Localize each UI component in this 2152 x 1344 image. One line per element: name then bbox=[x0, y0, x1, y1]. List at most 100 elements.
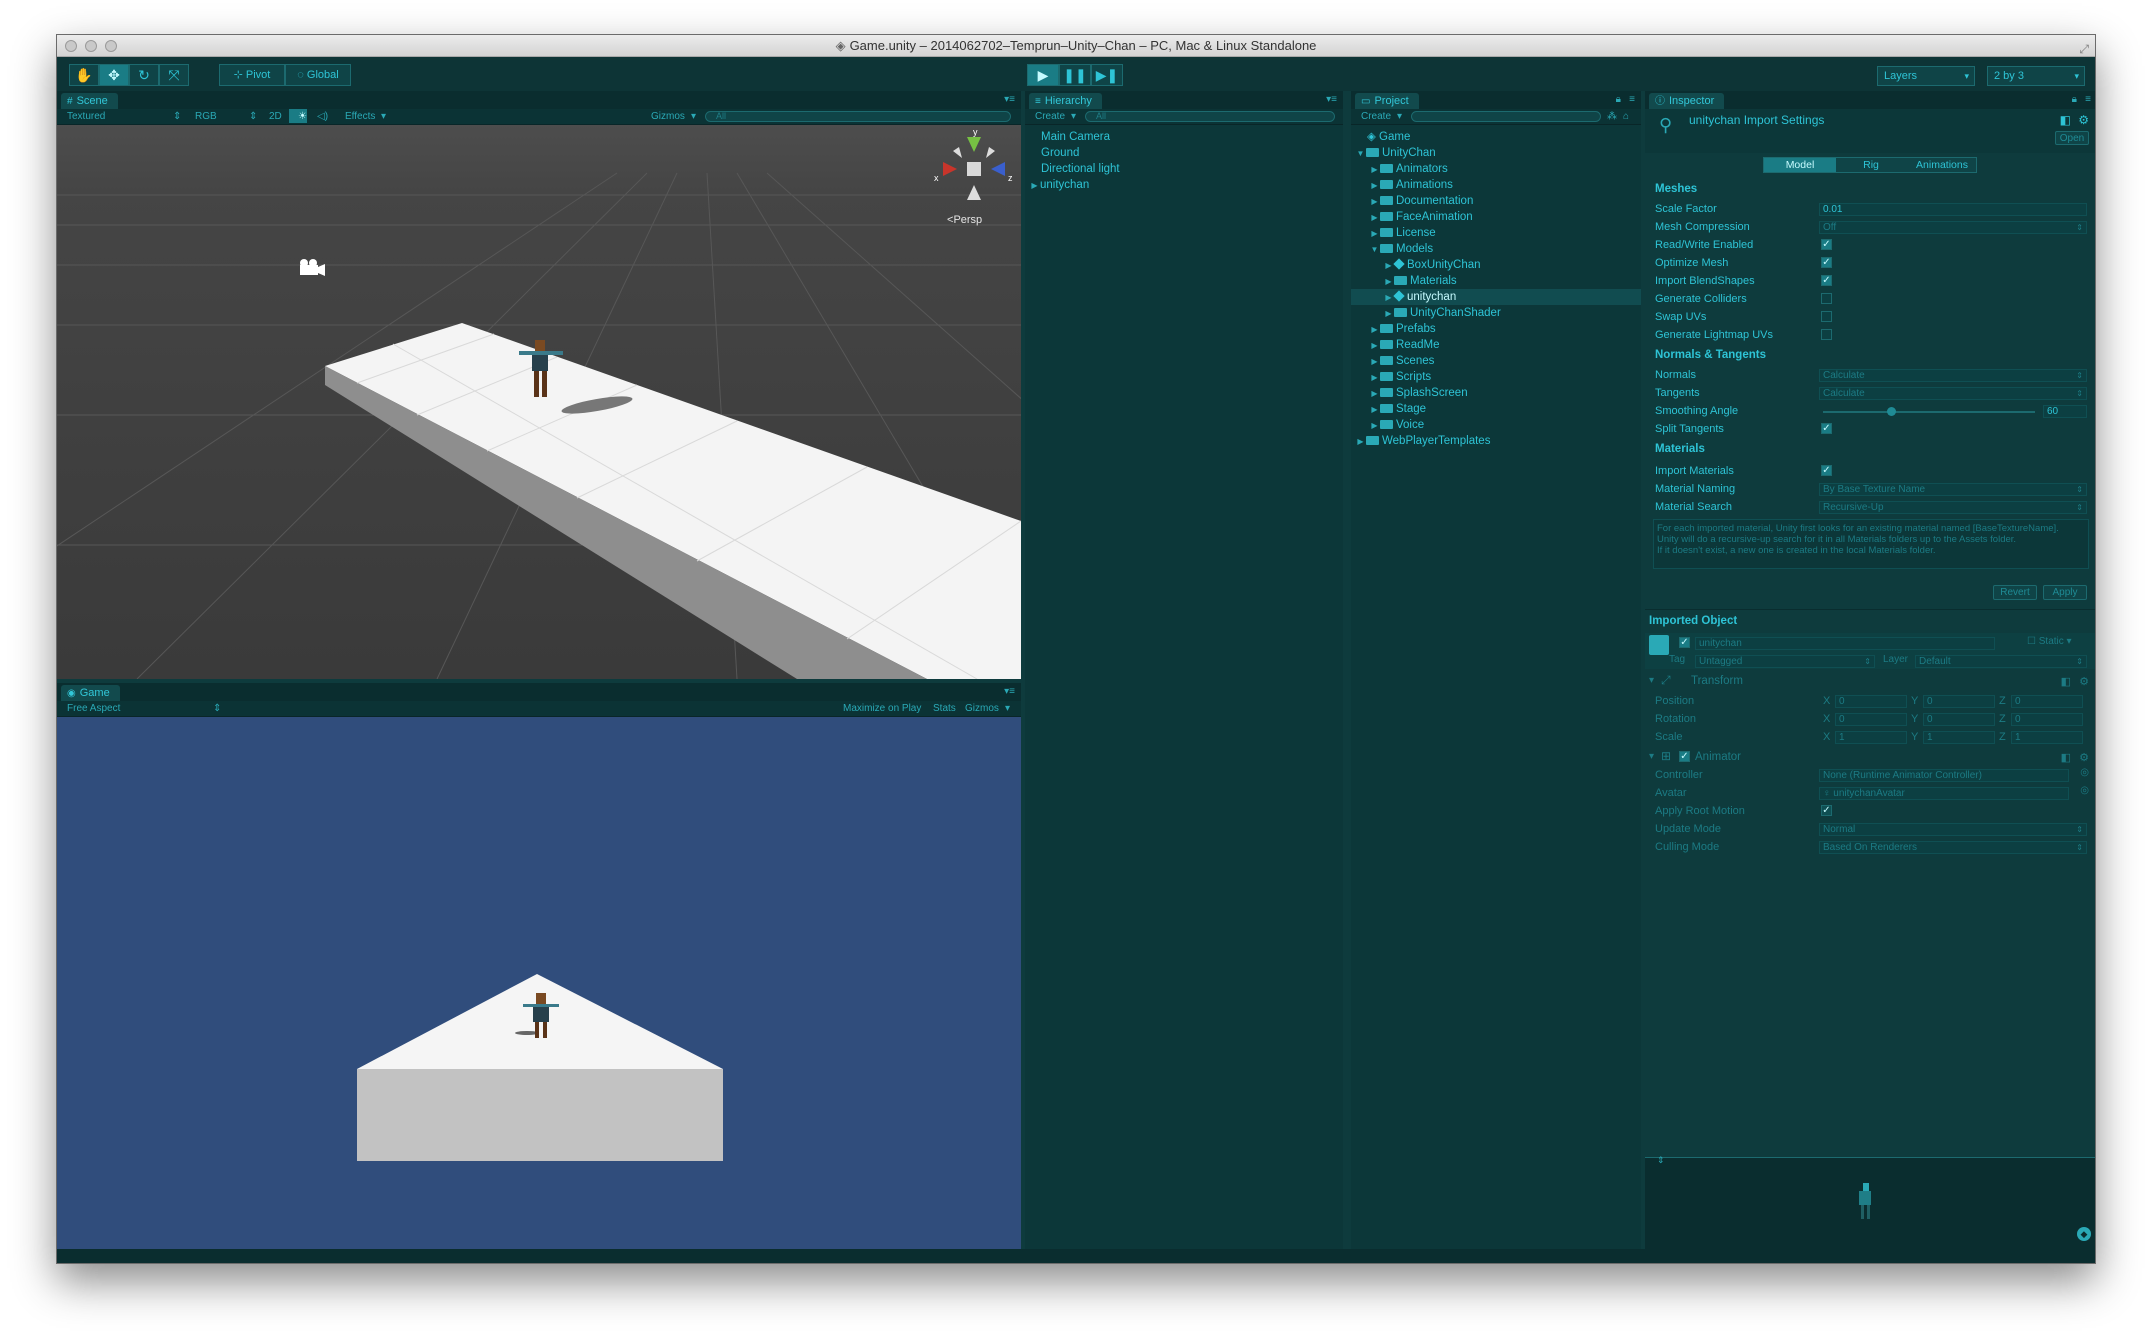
tangents-dropdown[interactable]: Calculate ⇕ bbox=[1819, 387, 2087, 400]
help-icon[interactable]: ◧ bbox=[2061, 751, 2071, 764]
hierarchy-item[interactable]: Ground bbox=[1025, 145, 1343, 161]
project-item[interactable]: ▶ Materials bbox=[1351, 273, 1641, 289]
project-item[interactable]: ▶ Prefabs bbox=[1351, 321, 1641, 337]
collapse-arrow-icon[interactable]: ▼ bbox=[1355, 146, 1366, 162]
play-button[interactable]: ▶ bbox=[1027, 64, 1059, 86]
expand-arrow-icon[interactable]: ▶ bbox=[1369, 226, 1380, 242]
read-write-checkbox[interactable]: ✓ bbox=[1821, 239, 1832, 250]
root-motion-checkbox[interactable]: ✓ bbox=[1821, 805, 1832, 816]
project-item[interactable]: ▶ License bbox=[1351, 225, 1641, 241]
project-item[interactable]: ▶ unitychan bbox=[1351, 289, 1641, 305]
project-item[interactable]: ▶ WebPlayerTemplates bbox=[1351, 433, 1641, 449]
tab-game[interactable]: ◉ Game bbox=[61, 685, 120, 701]
project-item[interactable]: ▶ FaceAnimation bbox=[1351, 209, 1641, 225]
rotation-z-field[interactable]: 0 bbox=[2011, 713, 2083, 726]
expand-arrow-icon[interactable]: ▶ bbox=[1369, 354, 1380, 370]
foldout-icon[interactable]: ▾ bbox=[1649, 751, 1654, 762]
tab-inspector[interactable]: ⓘ Inspector bbox=[1649, 93, 1725, 109]
tab-rig[interactable]: Rig bbox=[1836, 158, 1906, 172]
position-z-field[interactable]: 0 bbox=[2011, 695, 2083, 708]
hierarchy-item[interactable]: Main Camera bbox=[1025, 129, 1343, 145]
expand-arrow-icon[interactable]: ▶ bbox=[1355, 434, 1366, 450]
model-preview[interactable]: ◆ bbox=[1645, 1165, 2095, 1249]
panel-menu-icon[interactable]: ▾≡ bbox=[1004, 686, 1015, 697]
apply-button[interactable]: Apply bbox=[2043, 585, 2087, 600]
project-item[interactable]: ▶ Scenes bbox=[1351, 353, 1641, 369]
project-item[interactable]: ▶ Animators bbox=[1351, 161, 1641, 177]
culling-mode-dropdown[interactable]: Based On Renderers ⇕ bbox=[1819, 841, 2087, 854]
revert-button[interactable]: Revert bbox=[1993, 585, 2037, 600]
gear-icon[interactable]: ⚙ bbox=[2079, 675, 2089, 688]
tab-animations[interactable]: Animations bbox=[1906, 158, 1978, 172]
split-tangents-checkbox[interactable]: ✓ bbox=[1821, 423, 1832, 434]
aspect-dropdown[interactable]: Free Aspect bbox=[67, 701, 120, 716]
gizmos-dropdown[interactable]: Gizmos bbox=[651, 109, 685, 124]
expand-arrow-icon[interactable]: ▶ bbox=[1369, 210, 1380, 226]
generate-colliders-checkbox[interactable] bbox=[1821, 293, 1832, 304]
foldout-icon[interactable]: ▾ bbox=[1649, 675, 1654, 686]
panel-menu-icon[interactable]: ≡ bbox=[2085, 94, 2091, 105]
project-search-input[interactable] bbox=[1411, 111, 1601, 122]
optimize-mesh-checkbox[interactable]: ✓ bbox=[1821, 257, 1832, 268]
step-button[interactable]: ▶❚ bbox=[1091, 64, 1123, 86]
expand-arrow-icon[interactable]: ▶ bbox=[1369, 322, 1380, 338]
project-item[interactable]: ▶ SplashScreen bbox=[1351, 385, 1641, 401]
object-active-checkbox[interactable]: ✓ bbox=[1679, 637, 1690, 648]
expand-arrow-icon[interactable]: ▶ bbox=[1369, 418, 1380, 434]
scale-z-field[interactable]: 1 bbox=[2011, 731, 2083, 744]
zoom-window-button[interactable] bbox=[105, 40, 117, 52]
tag-icon[interactable]: ◆ bbox=[2077, 1227, 2091, 1241]
slider-thumb[interactable] bbox=[1887, 407, 1896, 416]
project-item[interactable]: ▶ Stage bbox=[1351, 401, 1641, 417]
gear-icon[interactable]: ⚙ bbox=[2078, 113, 2089, 127]
swap-uvs-checkbox[interactable] bbox=[1821, 311, 1832, 322]
effects-dropdown[interactable]: Effects bbox=[345, 109, 375, 124]
tag-dropdown[interactable]: Untagged ⇕ bbox=[1695, 655, 1875, 668]
expand-arrow-icon[interactable]: ▶ bbox=[1369, 162, 1380, 178]
scene-viewport[interactable]: y x z <Persp bbox=[57, 125, 1021, 679]
game-gizmos-dropdown[interactable]: Gizmos bbox=[965, 701, 999, 716]
shading-mode-dropdown[interactable]: Textured bbox=[67, 109, 105, 124]
scene-search-input[interactable]: All bbox=[705, 111, 1011, 122]
collapse-arrow-icon[interactable]: ▼ bbox=[1369, 242, 1380, 258]
position-x-field[interactable]: 0 bbox=[1835, 695, 1907, 708]
game-viewport[interactable] bbox=[57, 717, 1021, 1249]
expand-arrow-icon[interactable]: ▶ bbox=[1369, 194, 1380, 210]
project-item[interactable]: ▼ Models bbox=[1351, 241, 1641, 257]
controller-field[interactable]: None (Runtime Animator Controller) bbox=[1819, 769, 2069, 782]
hand-tool-button[interactable]: ✋ bbox=[69, 64, 99, 86]
project-item[interactable]: ▶ Animations bbox=[1351, 177, 1641, 193]
move-tool-button[interactable]: ✥ bbox=[99, 64, 129, 86]
close-window-button[interactable] bbox=[65, 40, 77, 52]
stats-toggle[interactable]: Stats bbox=[933, 701, 956, 716]
hierarchy-item[interactable]: Directional light bbox=[1025, 161, 1343, 177]
tab-project[interactable]: ▭ Project bbox=[1355, 93, 1419, 109]
smoothing-slider[interactable] bbox=[1823, 407, 2035, 416]
smoothing-angle-field[interactable]: 60 bbox=[2043, 405, 2087, 418]
project-item[interactable]: ▶ BoxUnityChan bbox=[1351, 257, 1641, 273]
avatar-field[interactable]: ♀ unitychanAvatar bbox=[1819, 787, 2069, 800]
help-icon[interactable]: ◧ bbox=[2061, 675, 2071, 688]
static-checkbox[interactable]: ☐ Static ▾ bbox=[2027, 636, 2072, 647]
project-item[interactable]: ▶ Scripts bbox=[1351, 369, 1641, 385]
import-materials-checkbox[interactable]: ✓ bbox=[1821, 465, 1832, 476]
lighting-toggle[interactable]: ☀ bbox=[289, 109, 307, 123]
object-picker-icon[interactable]: ◎ bbox=[2080, 785, 2089, 796]
project-item[interactable]: ◈ Game bbox=[1351, 129, 1641, 145]
project-item[interactable]: ▼ UnityChan bbox=[1351, 145, 1641, 161]
material-naming-dropdown[interactable]: By Base Texture Name ⇕ bbox=[1819, 483, 2087, 496]
lightmap-uvs-checkbox[interactable] bbox=[1821, 329, 1832, 340]
project-item[interactable]: ▶ Documentation bbox=[1351, 193, 1641, 209]
expand-arrow-icon[interactable]: ▶ bbox=[1383, 258, 1394, 274]
rotate-tool-button[interactable]: ↻ bbox=[129, 64, 159, 86]
hierarchy-search-input[interactable]: All bbox=[1085, 111, 1335, 122]
pause-button[interactable]: ❚❚ bbox=[1059, 64, 1091, 86]
minimize-window-button[interactable] bbox=[85, 40, 97, 52]
project-create-dropdown[interactable]: Create bbox=[1361, 109, 1391, 124]
panel-menu-icon[interactable]: ≡ bbox=[1629, 94, 1635, 105]
scale-tool-button[interactable]: ⤧ bbox=[159, 64, 189, 86]
panel-menu-icon[interactable]: ▾≡ bbox=[1326, 94, 1337, 105]
preview-splitter[interactable]: ⇕ bbox=[1645, 1155, 2095, 1165]
tab-scene[interactable]: # Scene bbox=[61, 93, 118, 109]
hierarchy-create-dropdown[interactable]: Create bbox=[1035, 109, 1065, 124]
